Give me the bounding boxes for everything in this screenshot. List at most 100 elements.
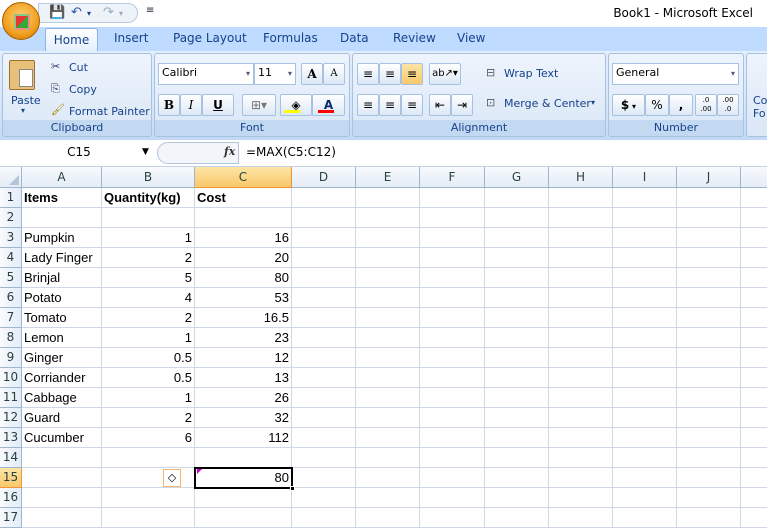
column-header-e[interactable]: E xyxy=(356,167,420,188)
tab-view[interactable]: View xyxy=(457,31,485,45)
cell-h15[interactable] xyxy=(549,468,613,488)
cell-f9[interactable] xyxy=(420,348,485,368)
cell-i4[interactable] xyxy=(613,248,677,268)
row-header-13[interactable]: 13 xyxy=(0,428,22,448)
cell-d12[interactable] xyxy=(292,408,356,428)
cell-e16[interactable] xyxy=(356,488,420,508)
copy-button[interactable]: Copy xyxy=(69,83,97,96)
column-header-h[interactable]: H xyxy=(549,167,613,188)
cell-h14[interactable] xyxy=(549,448,613,468)
cell-j11[interactable] xyxy=(677,388,741,408)
underline-button[interactable]: U xyxy=(202,94,234,116)
wrap-text-button[interactable]: Wrap Text xyxy=(504,67,558,80)
cell-k16[interactable] xyxy=(741,488,767,508)
cell-k1[interactable] xyxy=(741,188,767,208)
cell-a13[interactable]: Cucumber xyxy=(22,428,102,448)
cell-g1[interactable] xyxy=(485,188,549,208)
error-warning-icon[interactable]: ◇ xyxy=(163,469,181,487)
cell-f10[interactable] xyxy=(420,368,485,388)
cell-i6[interactable] xyxy=(613,288,677,308)
cell-d15[interactable] xyxy=(292,468,356,488)
align-center-button[interactable]: ≡ xyxy=(379,94,401,116)
cell-e15[interactable] xyxy=(356,468,420,488)
tab-review[interactable]: Review xyxy=(393,31,436,45)
cell-k2[interactable] xyxy=(741,208,767,228)
cell-j17[interactable] xyxy=(677,508,741,528)
cell-f11[interactable] xyxy=(420,388,485,408)
cut-button[interactable]: Cut xyxy=(69,61,88,74)
cell-a6[interactable]: Potato xyxy=(22,288,102,308)
align-top-button[interactable]: ≡ xyxy=(357,63,379,85)
align-left-button[interactable]: ≡ xyxy=(357,94,379,116)
insert-function-button[interactable]: fx xyxy=(224,145,235,158)
cell-e4[interactable] xyxy=(356,248,420,268)
column-header-f[interactable]: F xyxy=(420,167,485,188)
cell-f16[interactable] xyxy=(420,488,485,508)
cell-c12[interactable]: 32 xyxy=(195,408,292,428)
cell-k11[interactable] xyxy=(741,388,767,408)
cell-j6[interactable] xyxy=(677,288,741,308)
fill-handle[interactable] xyxy=(290,486,295,491)
cell-c8[interactable]: 23 xyxy=(195,328,292,348)
cell-g16[interactable] xyxy=(485,488,549,508)
borders-button[interactable]: ⊞▾ xyxy=(242,94,276,116)
row-header-8[interactable]: 8 xyxy=(0,328,22,348)
cell-f14[interactable] xyxy=(420,448,485,468)
row-header-7[interactable]: 7 xyxy=(0,308,22,328)
cell-d3[interactable] xyxy=(292,228,356,248)
cell-g12[interactable] xyxy=(485,408,549,428)
cell-i15[interactable] xyxy=(613,468,677,488)
cell-c15[interactable]: 80 xyxy=(195,468,292,488)
row-header-16[interactable]: 16 xyxy=(0,488,22,508)
cell-d4[interactable] xyxy=(292,248,356,268)
cell-i13[interactable] xyxy=(613,428,677,448)
align-right-button[interactable]: ≡ xyxy=(401,94,423,116)
cell-i5[interactable] xyxy=(613,268,677,288)
cell-h6[interactable] xyxy=(549,288,613,308)
cell-d6[interactable] xyxy=(292,288,356,308)
cell-g13[interactable] xyxy=(485,428,549,448)
row-header-9[interactable]: 9 xyxy=(0,348,22,368)
fill-color-button[interactable]: ◈ xyxy=(280,94,312,116)
font-color-button[interactable]: A xyxy=(312,94,345,116)
save-icon[interactable]: 💾 xyxy=(49,5,65,20)
cell-i14[interactable] xyxy=(613,448,677,468)
cell-i17[interactable] xyxy=(613,508,677,528)
cell-a16[interactable] xyxy=(22,488,102,508)
cell-b2[interactable] xyxy=(102,208,195,228)
cell-c14[interactable] xyxy=(195,448,292,468)
cell-d2[interactable] xyxy=(292,208,356,228)
cell-b14[interactable] xyxy=(102,448,195,468)
undo-dropdown-icon[interactable]: ▾ xyxy=(87,9,91,18)
tab-page-layout[interactable]: Page Layout xyxy=(173,31,247,45)
cell-k4[interactable] xyxy=(741,248,767,268)
comma-button[interactable]: , xyxy=(669,94,693,116)
cell-d17[interactable] xyxy=(292,508,356,528)
cell-e7[interactable] xyxy=(356,308,420,328)
row-header-10[interactable]: 10 xyxy=(0,368,22,388)
decrease-indent-button[interactable]: ⇤ xyxy=(429,94,451,116)
cell-e2[interactable] xyxy=(356,208,420,228)
cell-a8[interactable]: Lemon xyxy=(22,328,102,348)
cell-g14[interactable] xyxy=(485,448,549,468)
cell-f5[interactable] xyxy=(420,268,485,288)
cell-i7[interactable] xyxy=(613,308,677,328)
cell-c3[interactable]: 16 xyxy=(195,228,292,248)
cell-h1[interactable] xyxy=(549,188,613,208)
column-header-c[interactable]: C xyxy=(195,167,292,188)
cell-i2[interactable] xyxy=(613,208,677,228)
cell-c7[interactable]: 16.5 xyxy=(195,308,292,328)
cell-b5[interactable]: 5 xyxy=(102,268,195,288)
row-header-14[interactable]: 14 xyxy=(0,448,22,468)
percent-button[interactable]: % xyxy=(645,94,669,116)
cell-a2[interactable] xyxy=(22,208,102,228)
cell-i1[interactable] xyxy=(613,188,677,208)
cell-e13[interactable] xyxy=(356,428,420,448)
cell-k15[interactable] xyxy=(741,468,767,488)
cell-h9[interactable] xyxy=(549,348,613,368)
cell-a17[interactable] xyxy=(22,508,102,528)
cell-h12[interactable] xyxy=(549,408,613,428)
cell-h11[interactable] xyxy=(549,388,613,408)
cell-k5[interactable] xyxy=(741,268,767,288)
cell-h7[interactable] xyxy=(549,308,613,328)
